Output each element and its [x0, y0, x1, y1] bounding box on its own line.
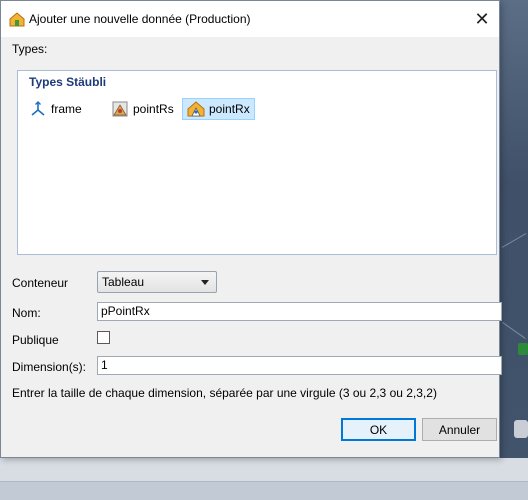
- frame-icon: [29, 100, 47, 118]
- background-statusbar: [0, 482, 528, 500]
- dialog-title: Ajouter une nouvelle donnée (Production): [29, 12, 251, 26]
- cancel-button-label: Annuler: [438, 422, 481, 437]
- type-item-frame[interactable]: frame: [24, 98, 87, 120]
- public-label: Publique: [12, 333, 59, 347]
- types-list[interactable]: Types Stäubli frame pointRs pointRx: [17, 70, 497, 255]
- background-status-area: [0, 458, 528, 500]
- type-item-pointrs[interactable]: pointRs: [106, 98, 179, 120]
- close-icon: ✕: [474, 8, 490, 29]
- type-label: pointRs: [133, 102, 174, 116]
- background-robot-base: [514, 420, 528, 438]
- background-robot-part: [518, 343, 528, 355]
- name-field-value: pPointRx: [101, 304, 150, 318]
- cancel-button[interactable]: Annuler: [422, 418, 497, 441]
- types-group-title: Types Stäubli: [29, 75, 107, 89]
- background-grid-line: [502, 322, 526, 339]
- container-select[interactable]: Tableau: [97, 271, 217, 293]
- dimension-label: Dimension(s):: [12, 360, 87, 374]
- background-grid-line: [501, 233, 527, 248]
- dimension-field[interactable]: 1: [97, 356, 502, 375]
- dimension-field-value: 1: [101, 358, 108, 372]
- ok-button-label: OK: [369, 422, 388, 437]
- dimension-hint: Entrer la taille de chaque dimension, sé…: [12, 386, 437, 400]
- close-button[interactable]: ✕: [465, 1, 499, 37]
- chevron-down-icon: [201, 280, 209, 285]
- background-3d-view: [500, 0, 528, 458]
- name-label: Nom:: [12, 306, 41, 320]
- ok-button[interactable]: OK: [341, 418, 416, 441]
- public-checkbox[interactable]: [97, 331, 110, 344]
- pointrx-icon: [187, 100, 205, 118]
- type-item-pointrx[interactable]: pointRx: [182, 98, 255, 120]
- app-icon: [9, 11, 25, 27]
- container-label: Conteneur: [12, 276, 69, 290]
- add-data-dialog: Ajouter une nouvelle donnée (Production)…: [0, 0, 502, 458]
- types-label: Types:: [12, 42, 48, 56]
- type-label: pointRx: [209, 102, 250, 116]
- container-select-value: Tableau: [102, 275, 145, 289]
- dialog-titlebar[interactable]: Ajouter une nouvelle donnée (Production)…: [1, 1, 499, 37]
- background-toolbar: [0, 458, 528, 482]
- pointrs-icon: [111, 100, 129, 118]
- name-field[interactable]: pPointRx: [97, 302, 502, 321]
- type-label: frame: [51, 102, 82, 116]
